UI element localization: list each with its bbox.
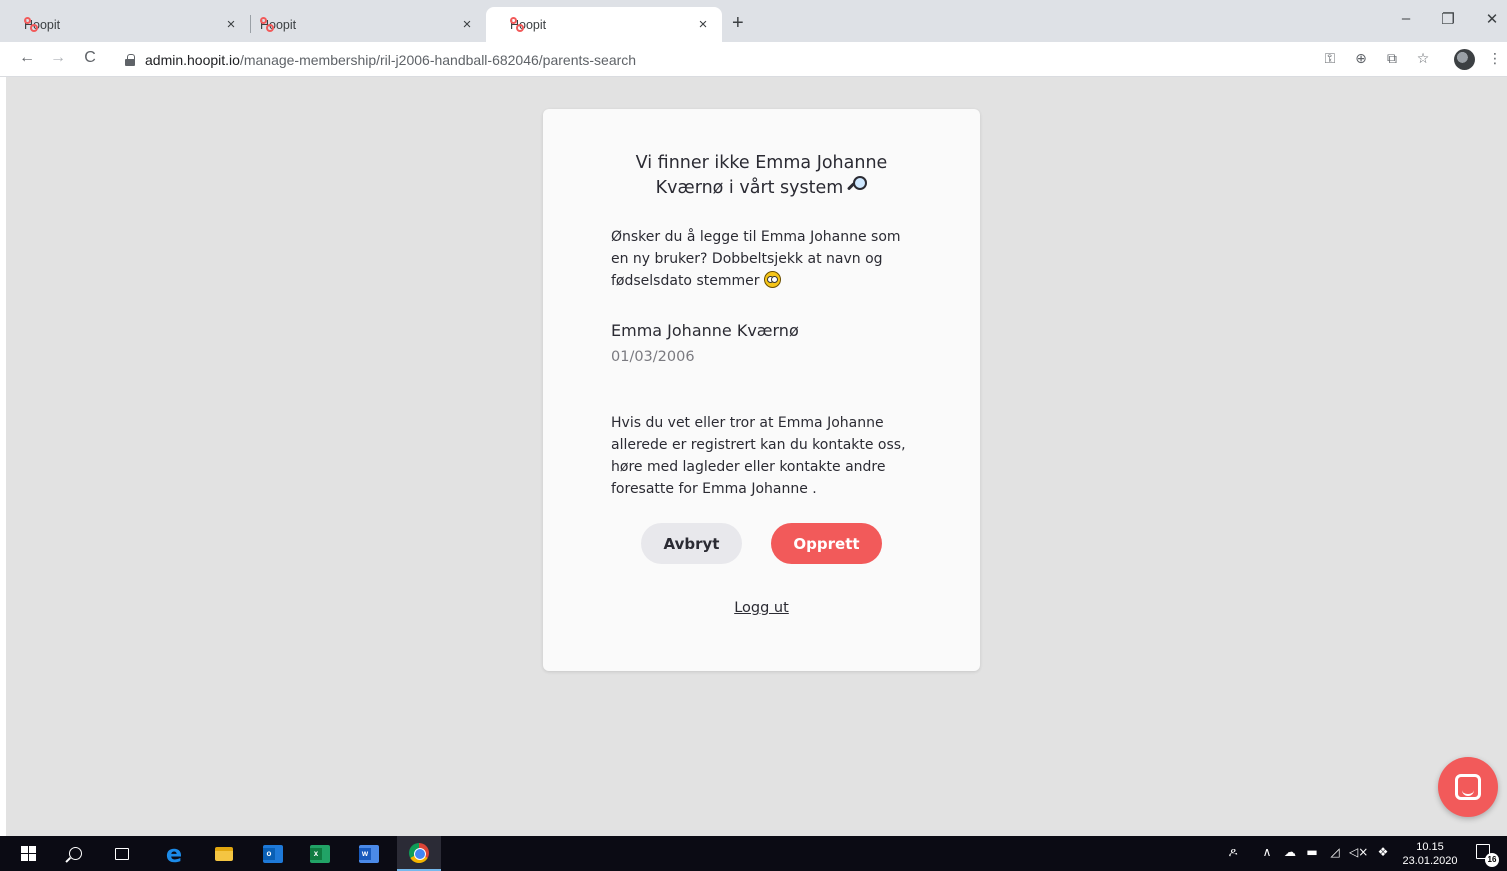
taskbar-file-explorer[interactable]: [202, 836, 246, 871]
task-view-button[interactable]: [100, 836, 144, 871]
magnifier-icon: [847, 176, 868, 196]
close-tab-icon[interactable]: ×: [458, 16, 476, 33]
taskbar-chrome[interactable]: [397, 836, 441, 871]
not-found-card: Vi finner ikke Emma Johanne Kværnø i vår…: [543, 109, 980, 671]
close-window-icon[interactable]: ✕: [1482, 10, 1502, 28]
notification-count-badge: 16: [1485, 853, 1499, 867]
forward-arrow-icon[interactable]: →: [48, 49, 68, 67]
add-user-question: Ønsker du å legge til Emma Johanne som e…: [611, 226, 921, 292]
already-registered-info: Hvis du vet eller tror at Emma Johanne a…: [611, 415, 906, 497]
taskbar-word[interactable]: w: [347, 836, 391, 871]
task-view-icon: [115, 847, 129, 860]
back-arrow-icon[interactable]: ←: [17, 49, 37, 67]
word-icon: w: [359, 844, 379, 863]
windows-logo-icon: [20, 846, 36, 861]
windows-start-button[interactable]: [6, 836, 50, 871]
taskbar-excel[interactable]: x: [298, 836, 342, 871]
cancel-button[interactable]: Avbryt: [641, 523, 742, 564]
url-path: /manage-membership/ril-j2006-handball-68…: [239, 51, 637, 68]
dropbox-icon[interactable]: ❖: [1374, 845, 1392, 859]
translate-icon[interactable]: ⧉: [1381, 50, 1403, 67]
wifi-icon[interactable]: ◿: [1326, 845, 1344, 859]
windows-taskbar: e o x w ዶ ∧ ☁ ▬ ◿ ◁× ❖ 10.15 23.01.2020 …: [0, 836, 1507, 871]
tab-title: Hoopit: [260, 17, 297, 32]
browser-tab-2[interactable]: Hoopit ×: [236, 7, 486, 42]
new-tab-icon[interactable]: +: [732, 12, 744, 35]
page-viewport: Vi finner ikke Emma Johanne Kværnø i vår…: [0, 77, 1507, 836]
minimize-icon[interactable]: –: [1396, 10, 1416, 27]
person-name: Emma Johanne Kværnø: [611, 321, 799, 340]
outlook-icon: o: [263, 844, 283, 863]
nerd-face-emoji-icon: [763, 271, 781, 288]
profile-avatar[interactable]: [1454, 49, 1475, 70]
search-icon: [68, 847, 82, 860]
create-button[interactable]: Opprett: [771, 523, 882, 564]
bookmark-star-icon[interactable]: ☆: [1412, 50, 1434, 67]
clock-time: 10.15: [1416, 841, 1444, 853]
tab-title: Hoopit: [510, 17, 547, 32]
logout-link[interactable]: Logg ut: [543, 600, 980, 616]
window-left-edge: [0, 77, 6, 836]
maximize-icon[interactable]: ❐: [1438, 10, 1458, 28]
browser-toolbar: ← → C admin.hoopit.io/manage-membership/…: [0, 42, 1507, 77]
close-tab-icon[interactable]: ×: [694, 16, 712, 33]
battery-icon[interactable]: ▬: [1303, 845, 1321, 859]
excel-icon: x: [310, 844, 330, 863]
chrome-icon: [409, 842, 429, 863]
browser-tab-3-active[interactable]: Hoopit ×: [486, 7, 722, 42]
notification-center-icon[interactable]: 16: [1476, 844, 1499, 867]
browser-tab-1[interactable]: Hoopit ×: [0, 7, 250, 42]
tab-strip: Hoopit × Hoopit × Hoopit × + – ❐ ✕: [0, 0, 1507, 42]
key-icon[interactable]: ⚿: [1319, 50, 1341, 67]
add-user-question-text: Ønsker du å legge til Emma Johanne som e…: [611, 229, 901, 289]
lock-icon[interactable]: [125, 53, 135, 66]
chat-launcher-button[interactable]: [1438, 757, 1498, 817]
hoopit-logo-icon: [260, 17, 274, 33]
card-title-line-2: Kværnø i vårt system: [583, 176, 940, 201]
install-plus-icon[interactable]: ⊕: [1350, 50, 1372, 67]
chat-bubble-icon: [1455, 774, 1481, 800]
taskbar-clock[interactable]: 10.15 23.01.2020: [1398, 840, 1462, 868]
hoopit-logo-icon: [24, 17, 38, 33]
card-title-line-1: Vi finner ikke Emma Johanne: [635, 153, 888, 173]
url-host: admin.hoopit.io: [145, 51, 240, 68]
tab-title: Hoopit: [24, 17, 61, 32]
volume-muted-icon[interactable]: ◁×: [1349, 845, 1368, 859]
edge-browser-icon: e: [165, 839, 183, 868]
card-title-line-2-text: Kværnø i vårt system: [655, 178, 844, 198]
taskbar-outlook[interactable]: o: [251, 836, 295, 871]
menu-kebab-icon[interactable]: ⋮: [1484, 50, 1506, 67]
file-explorer-icon: [215, 846, 233, 861]
onedrive-cloud-icon[interactable]: ☁: [1281, 845, 1299, 859]
card-title: Vi finner ikke Emma Johanne Kværnø i vår…: [583, 151, 940, 201]
person-birthdate: 01/03/2006: [611, 349, 695, 365]
clock-date: 23.01.2020: [1402, 855, 1458, 867]
taskbar-search-button[interactable]: [53, 836, 97, 871]
hoopit-logo-icon: [510, 17, 524, 33]
reload-icon[interactable]: C: [80, 49, 100, 67]
tray-chevron-icon[interactable]: ∧: [1258, 845, 1276, 859]
address-bar[interactable]: admin.hoopit.io/manage-membership/ril-j2…: [113, 46, 1303, 73]
taskbar-edge[interactable]: e: [152, 836, 196, 871]
people-icon[interactable]: ዶ: [1224, 845, 1242, 860]
